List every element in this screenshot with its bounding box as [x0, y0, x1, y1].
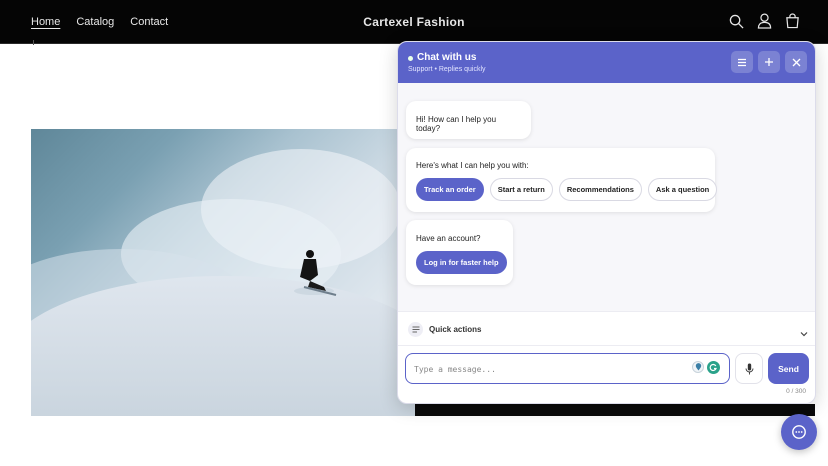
character-counter: 0 / 300	[786, 388, 806, 395]
chat-title: Chat with us	[417, 52, 477, 63]
new-chat-button[interactable]	[758, 51, 780, 73]
main-nav: Home Catalog Contact	[31, 0, 168, 44]
store-logo[interactable]: Cartexel Fashion	[363, 15, 465, 29]
close-icon	[792, 58, 800, 66]
content-strip	[415, 404, 815, 416]
send-button[interactable]: Send	[768, 353, 809, 384]
header-icons	[728, 12, 800, 30]
nav-home[interactable]: Home	[31, 16, 60, 28]
nav-contact[interactable]: Contact	[130, 16, 168, 28]
message-list[interactable]: Hi! How can I help you today? Here's wha…	[398, 83, 815, 311]
start-return-chip[interactable]: Start a return	[489, 178, 553, 201]
greeting-message: Hi! How can I help you today?	[406, 101, 531, 139]
menu-icon	[738, 58, 746, 66]
location-pin-icon[interactable]	[692, 361, 704, 373]
snowboarder-figure	[294, 250, 337, 296]
plus-icon	[765, 58, 773, 66]
chat-bubble-icon	[792, 425, 806, 439]
message-input[interactable]	[414, 361, 684, 377]
account-message: Have an account? Log in for faster help	[406, 220, 513, 285]
search-icon[interactable]	[728, 12, 744, 30]
chat-header: Chat with us Support • Replies quickly	[398, 42, 815, 83]
microphone-icon	[745, 363, 753, 374]
input-extension-icons	[692, 361, 720, 374]
recommendations-chip[interactable]: Recommendations	[558, 178, 642, 201]
account-prompt: Have an account?	[416, 234, 481, 243]
grammar-check-icon[interactable]	[707, 361, 720, 374]
cart-icon[interactable]	[784, 12, 800, 30]
quick-actions-bar[interactable]: Quick actions	[398, 311, 815, 346]
chat-launcher-button[interactable]	[781, 414, 817, 450]
greeting-text: Hi! How can I help you today?	[416, 115, 497, 133]
list-icon	[408, 322, 423, 337]
quick-actions-label: Quick actions	[429, 325, 482, 334]
site-header: Home Catalog Contact Cartexel Fashion	[0, 0, 828, 44]
account-icon[interactable]	[756, 12, 772, 30]
login-button[interactable]: Log in for faster help	[416, 251, 507, 274]
chevron-down-icon[interactable]	[800, 324, 808, 342]
message-input-box	[405, 353, 730, 384]
suggestion-chips: Track an order Start a return Recommenda…	[416, 178, 718, 201]
menu-button[interactable]	[731, 51, 753, 73]
options-intro: Here's what I can help you with:	[416, 161, 529, 170]
options-message: Here's what I can help you with: Track a…	[406, 148, 718, 212]
microphone-button[interactable]	[735, 353, 763, 384]
chat-header-actions	[731, 51, 807, 73]
nav-catalog[interactable]: Catalog	[76, 16, 114, 28]
hero-image	[31, 129, 415, 416]
close-chat-button[interactable]	[785, 51, 807, 73]
track-order-chip[interactable]: Track an order	[416, 178, 484, 201]
divider	[33, 40, 36, 45]
online-status-icon	[408, 56, 413, 61]
chat-widget: Chat with us Support • Replies quickly H…	[397, 41, 816, 404]
ask-question-chip[interactable]: Ask a question	[647, 178, 718, 201]
chat-subtitle: Support • Replies quickly	[408, 66, 486, 73]
